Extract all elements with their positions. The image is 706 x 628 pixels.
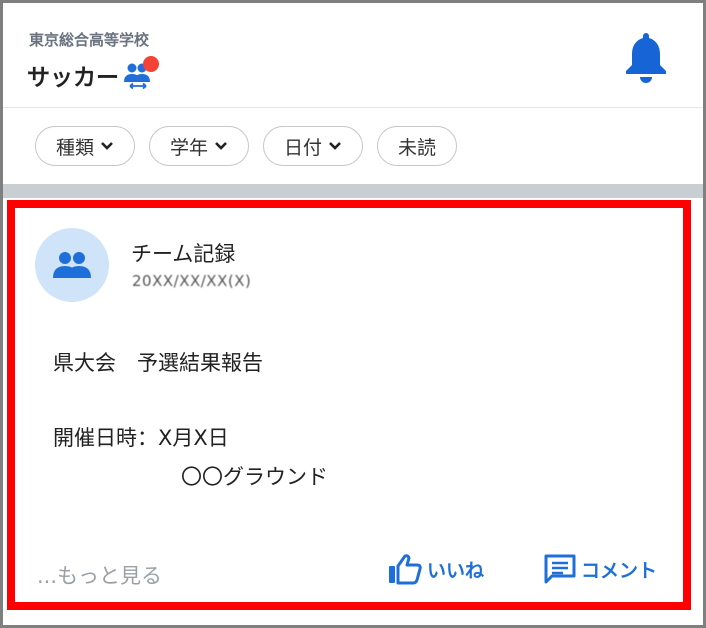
comment-icon (544, 554, 576, 584)
bell-icon[interactable] (623, 31, 669, 83)
post-detail: 開催日時：X月X日 (53, 426, 229, 450)
post-card[interactable]: チーム記録 20XX/XX/XX(X) 県大会 予選結果報告 開催日時：X月X日… (7, 200, 691, 610)
post-title: 県大会 予選結果報告 (53, 351, 263, 375)
like-label: いいね (427, 559, 485, 582)
post-location: 〇〇グラウンド (181, 465, 328, 489)
comment-button[interactable]: コメント (543, 553, 657, 585)
team-switcher[interactable]: サッカー (27, 56, 159, 92)
header: 東京総合高等学校 サッカー (3, 3, 703, 108)
post-body: 県大会 予選結果報告 開催日時：X月X日 〇〇グラウンド (53, 344, 328, 497)
filter-type[interactable]: 種類 (35, 126, 136, 166)
app-frame: 東京総合高等学校 サッカー 種類 学年 日付 未読 チーム記録 20XX/XX/… (0, 0, 706, 628)
filter-label: 日付 (284, 136, 323, 159)
section-divider (3, 184, 703, 198)
group-icon (53, 252, 91, 278)
post-date: 20XX/XX/XX(X) (132, 272, 252, 290)
team-switch-icon[interactable] (121, 56, 159, 92)
filter-label: 種類 (56, 136, 95, 159)
chevron-down-icon (101, 142, 113, 150)
comment-label: コメント (581, 559, 658, 582)
chevron-down-icon (329, 142, 341, 150)
notification-dot (143, 56, 159, 72)
filter-label: 学年 (170, 136, 209, 159)
school-name: 東京総合高等学校 (29, 31, 150, 49)
like-button[interactable]: いいね (387, 553, 484, 585)
filter-unread[interactable]: 未読 (377, 126, 458, 166)
filter-grade[interactable]: 学年 (149, 126, 250, 166)
post-author: チーム記録 (131, 242, 236, 266)
thumbs-up-icon (389, 554, 422, 585)
show-more-link[interactable]: ...もっと見る (37, 560, 162, 590)
filter-date[interactable]: 日付 (263, 126, 364, 166)
filter-label: 未読 (398, 136, 437, 159)
chevron-down-icon (215, 142, 227, 150)
avatar (35, 228, 109, 302)
filter-bar: 種類 学年 日付 未読 (3, 108, 703, 184)
team-name: サッカー (27, 65, 119, 91)
